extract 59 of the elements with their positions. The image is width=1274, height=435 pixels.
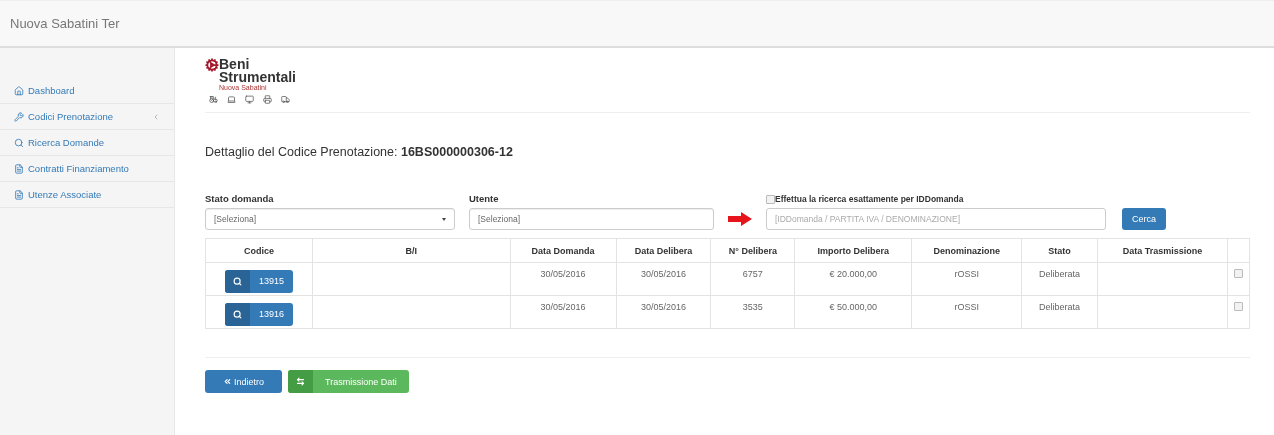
exact-search-checkbox[interactable]: Effettua la ricerca esattamente per IDDomanda [766, 194, 1106, 204]
truck-icon [281, 95, 290, 104]
home-icon [14, 85, 24, 96]
column-header: Codice [205, 238, 313, 263]
search-icon [232, 276, 242, 286]
sidebar-item[interactable]: Ricerca Domande [0, 130, 174, 156]
search-button[interactable]: Cerca [1122, 208, 1166, 230]
sidebar-item[interactable]: Contratti Finanziamento [0, 156, 174, 182]
column-header: Data Delibera [616, 238, 711, 263]
user-select[interactable]: [Seleziona] [469, 208, 714, 230]
date-cell: 30/05/2016 [510, 262, 616, 296]
back-button[interactable]: Indietro [205, 370, 283, 393]
sidebar-item[interactable]: Codici Prenotazione [0, 104, 174, 130]
amount-cell: € 20.000,00 [794, 262, 912, 296]
sidebar-item[interactable]: Utenze Associate [0, 182, 174, 208]
page-heading: Dettaglio del Codice Prenotazione: 16BS000000306-12 [205, 145, 514, 159]
name-cell: rOSSI [911, 262, 1022, 296]
laptop-icon [227, 95, 236, 104]
row-checkbox[interactable] [1233, 302, 1243, 311]
amount-cell: € 50.000,00 [794, 295, 912, 329]
date-cell: 30/05/2016 [510, 295, 616, 329]
date-cell: 30/05/2016 [616, 295, 711, 329]
printer-icon [263, 95, 272, 104]
arrow-icon [728, 212, 752, 226]
column-header: N° Delibera [710, 238, 795, 263]
logo-text: Beni [219, 58, 250, 71]
document-icon [14, 163, 24, 174]
column-header: Importo Delibera [794, 238, 912, 263]
column-header: Denominazione [911, 238, 1022, 263]
field-label: Stato domanda [205, 193, 275, 204]
document-icon [14, 189, 24, 200]
number-cell: 3535 [710, 295, 795, 329]
code-button[interactable]: 13916 [224, 302, 293, 326]
column-header: Data Trasmissione [1097, 238, 1228, 263]
double-chevron-icon [223, 377, 232, 386]
app-title[interactable]: Nuova Sabatini Ter [10, 16, 120, 31]
logo-text: Strumentali [219, 71, 296, 84]
monitor-icon [245, 95, 254, 104]
column-header: B/I [312, 238, 511, 263]
name-cell: rOSSI [911, 295, 1022, 329]
column-header: Stato [1021, 238, 1098, 263]
column-header: Data Domanda [510, 238, 616, 263]
status-select[interactable]: [Seleziona] [205, 208, 455, 230]
search-icon [14, 137, 24, 148]
search-field[interactable]: [IDDomanda / PARTITA IVA / DENOMINAZIONE] [766, 208, 1106, 230]
tractor-icon [209, 95, 218, 104]
field-label: Utente [469, 193, 500, 204]
transmit-button[interactable]: Trasmissione Dati [288, 370, 409, 393]
status-cell: Deliberata [1021, 295, 1098, 329]
wrench-icon [14, 111, 24, 122]
number-cell: 6757 [710, 262, 795, 296]
code-button[interactable]: 13915 [224, 269, 293, 293]
search-icon [232, 309, 242, 319]
date-cell: 30/05/2016 [616, 262, 711, 296]
status-cell: Deliberata [1021, 262, 1098, 296]
gear-icon [205, 58, 219, 72]
sidebar-item[interactable]: Dashboard [0, 78, 174, 104]
row-checkbox[interactable] [1233, 269, 1243, 278]
swap-icon [296, 377, 306, 386]
